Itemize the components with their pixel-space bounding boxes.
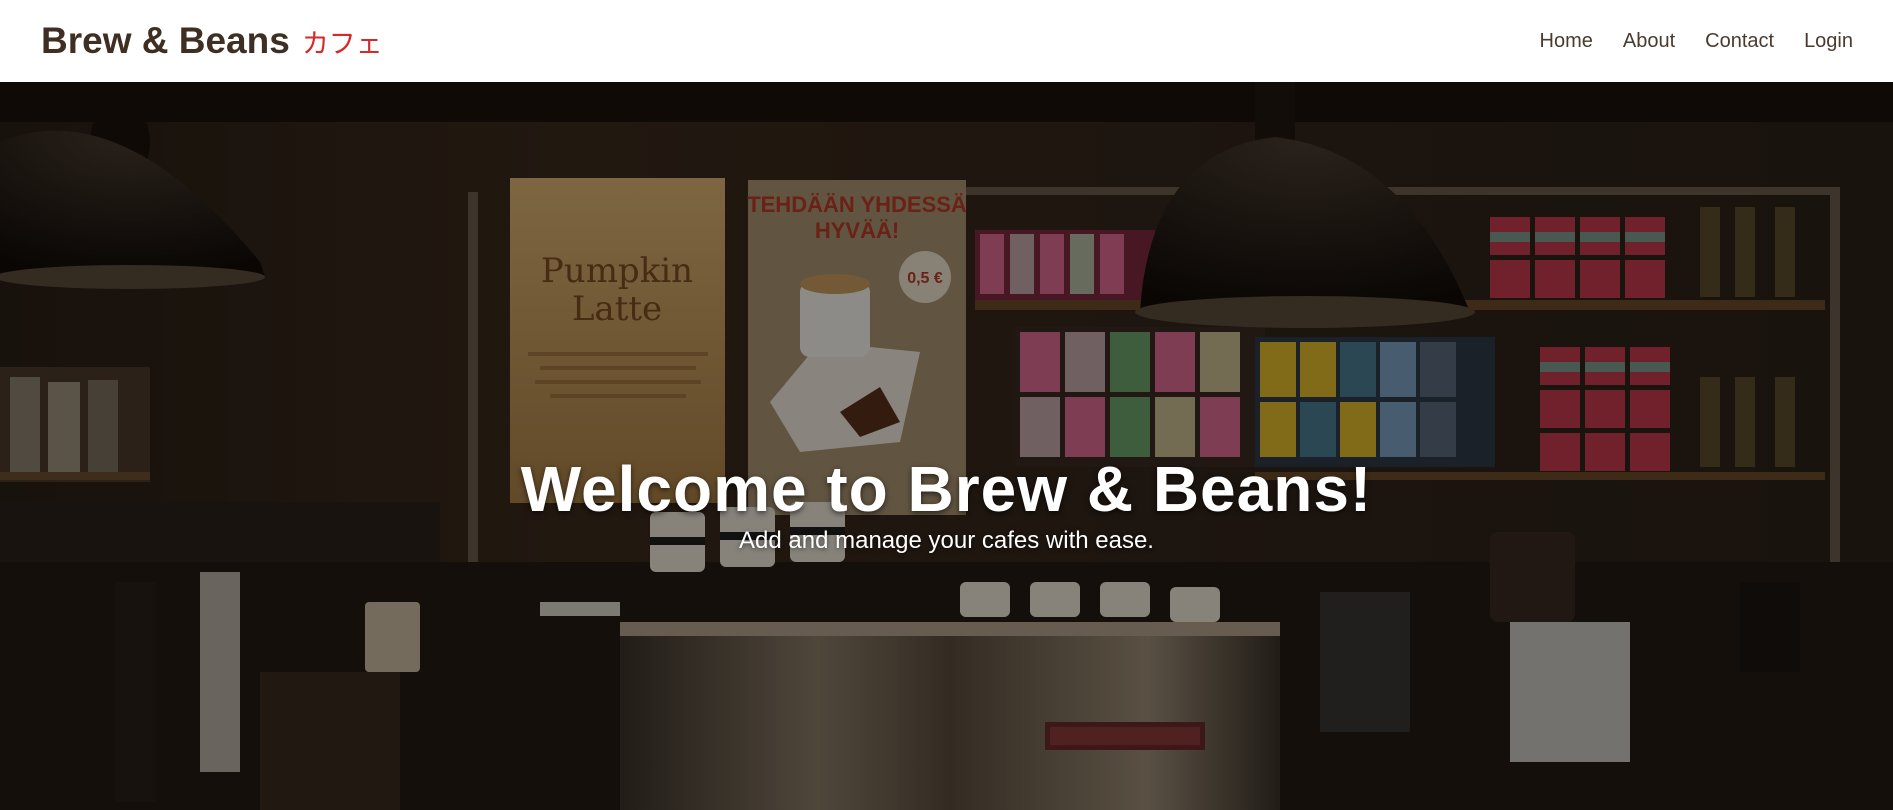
brand-subtitle: カフェ (301, 29, 383, 60)
nav-link-contact[interactable]: Contact (1705, 30, 1774, 52)
brand-name: Brew & Beans (41, 20, 290, 61)
hero-subtitle: Add and manage your cafes with ease. (739, 527, 1154, 554)
nav-link-about[interactable]: About (1623, 30, 1675, 52)
hero-banner: Pumpkin Latte TEHDÄÄN YHDESSÄ HYVÄÄ! 0,5… (0, 82, 1893, 810)
nav-link-login[interactable]: Login (1804, 30, 1853, 52)
hero-title: Welcome to Brew & Beans! (520, 453, 1373, 525)
brand-logo[interactable]: Brew & Beans カフェ (41, 20, 383, 62)
nav-link-home[interactable]: Home (1540, 30, 1593, 52)
hero-content: Welcome to Brew & Beans! Add and manage … (0, 82, 1893, 810)
nav-menu: Home About Contact Login (1540, 30, 1854, 53)
top-navbar: Brew & Beans カフェ Home About Contact Logi… (0, 0, 1893, 82)
